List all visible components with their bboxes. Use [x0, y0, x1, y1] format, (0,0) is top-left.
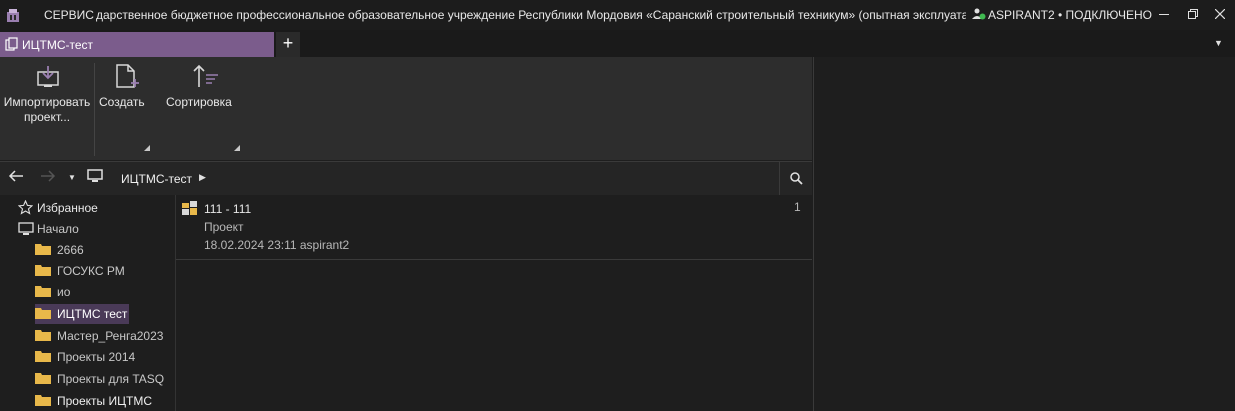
folder-tree: Избранное Начало 2666 ГОСУКС РМ ио ИЦТМС… — [0, 195, 176, 411]
folder-icon — [35, 351, 51, 362]
tree-label: Проекты 2014 — [57, 350, 136, 364]
project-tab-icon — [5, 37, 18, 51]
folder-icon — [35, 395, 51, 406]
tree-label: Избранное — [37, 201, 98, 215]
tree-label: 2666 — [57, 243, 84, 257]
service-menu[interactable]: СЕРВИС — [44, 8, 94, 22]
sort-dropdown-icon[interactable] — [234, 145, 240, 151]
sort-button[interactable]: Сортировка — [163, 57, 243, 160]
connection-label: ASPIRANT2 • ПОДКЛЮЧЕНО — [988, 8, 1152, 22]
tree-folder[interactable]: Проекты 2014 — [35, 347, 165, 367]
sort-label: Сортировка — [166, 95, 232, 109]
preview-pane — [813, 57, 1235, 411]
maximize-button[interactable] — [1182, 5, 1204, 23]
history-dropdown-icon[interactable]: ▼ — [68, 173, 76, 182]
ribbon-toolbar: Импортировать проект... Создать Сортиров… — [0, 57, 812, 160]
folder-icon — [35, 330, 51, 341]
project-type: Проект — [204, 220, 244, 234]
tree-folder[interactable]: Проекты ИЦТМС — [35, 391, 170, 411]
user-online-icon — [972, 8, 986, 20]
project-list: 111 - 111 Проект 18.02.2024 23:11 aspira… — [176, 195, 812, 411]
tree-folder[interactable]: 2666 — [35, 240, 165, 260]
tree-label: Начало — [37, 222, 79, 236]
create-label: Создать — [99, 95, 145, 109]
folder-icon — [35, 286, 51, 297]
navigation-bar: ▼ ИЦТМС-тест ▶ — [0, 161, 812, 196]
tree-folder-selected[interactable]: ИЦТМС тест — [35, 304, 129, 324]
tab-ictms-test[interactable]: ИЦТМС-тест — [0, 32, 274, 57]
app-logo-icon — [7, 9, 19, 22]
folder-icon — [35, 308, 51, 319]
project-count: 1 — [794, 200, 801, 214]
tab-strip: ИЦТМС-тест + ▼ — [0, 30, 1235, 57]
search-icon — [790, 172, 803, 185]
import-project-button[interactable]: Импортировать проект... — [0, 57, 94, 160]
sort-icon — [193, 64, 218, 87]
new-document-icon — [116, 64, 139, 88]
import-project-label: Импортировать проект... — [3, 95, 91, 124]
home-computer-button[interactable] — [87, 169, 103, 188]
tree-label: Мастер_Ренга2023 — [57, 329, 164, 343]
tree-label: Проекты для TASQ — [57, 372, 165, 386]
folder-icon — [35, 373, 51, 384]
create-dropdown-icon[interactable] — [144, 145, 150, 151]
ribbon-separator — [94, 63, 95, 156]
tree-item-home[interactable]: Начало — [18, 219, 168, 239]
tree-label: ио — [57, 285, 71, 299]
tree-label: ИЦТМС тест — [57, 307, 128, 321]
close-button[interactable] — [1209, 5, 1231, 23]
forward-button[interactable] — [40, 169, 56, 188]
window-title: дарственное бюджетное профессиональное о… — [96, 8, 966, 22]
close-icon — [1215, 9, 1225, 19]
project-title: 111 - 111 — [204, 202, 252, 216]
search-button[interactable] — [779, 162, 813, 195]
list-item[interactable]: 111 - 111 Проект 18.02.2024 23:11 aspira… — [176, 195, 812, 260]
tree-label: Проекты ИЦТМС — [57, 394, 152, 408]
back-button[interactable] — [8, 169, 24, 188]
project-modified: 18.02.2024 23:11 aspirant2 — [204, 238, 350, 252]
tree-folder[interactable]: ГОСУКС РМ — [35, 261, 165, 281]
new-tab-button[interactable]: + — [276, 32, 300, 57]
tree-item-favorites[interactable]: Избранное — [18, 198, 168, 218]
folder-icon — [35, 265, 51, 276]
minimize-button[interactable] — [1153, 5, 1175, 23]
restore-icon — [1188, 9, 1198, 19]
import-icon — [37, 66, 59, 87]
title-bar: СЕРВИС дарственное бюджетное профессиона… — [0, 0, 1235, 30]
breadcrumb-ictms-test[interactable]: ИЦТМС-тест — [121, 172, 192, 186]
computer-icon — [18, 222, 34, 235]
arrow-right-icon — [41, 170, 56, 182]
create-button[interactable]: Создать — [96, 57, 152, 160]
tree-folder[interactable]: Проекты для TASQ — [35, 369, 170, 389]
breadcrumb-chevron-icon[interactable]: ▶ — [199, 172, 206, 183]
tree-folder[interactable]: Мастер_Ренга2023 — [35, 326, 170, 346]
minimize-icon — [1159, 14, 1169, 15]
computer-icon — [87, 169, 103, 182]
arrow-left-icon — [8, 170, 23, 182]
folder-icon — [35, 244, 51, 255]
star-icon — [18, 200, 33, 215]
tab-list-dropdown-icon[interactable]: ▼ — [1214, 38, 1223, 48]
project-icon — [182, 201, 197, 215]
tree-label: ГОСУКС РМ — [57, 264, 125, 278]
tree-folder[interactable]: ио — [35, 282, 165, 302]
tab-label: ИЦТМС-тест — [22, 38, 94, 52]
connection-status[interactable]: ASPIRANT2 • ПОДКЛЮЧЕНО — [972, 8, 1152, 22]
